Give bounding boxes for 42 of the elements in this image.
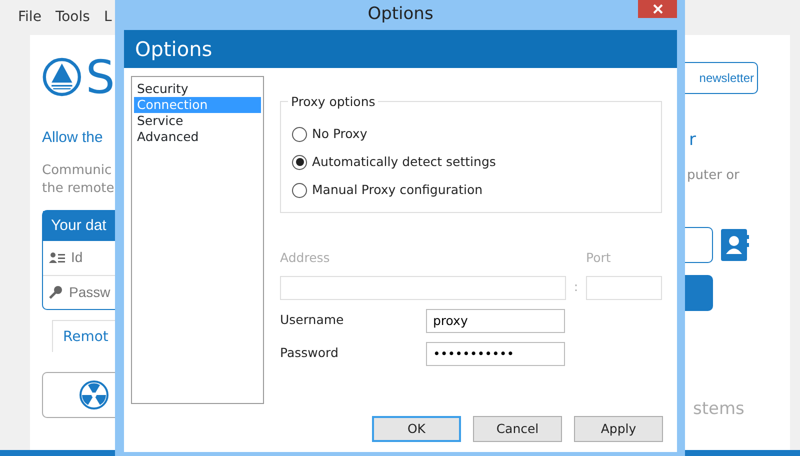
separator: :: [572, 278, 580, 296]
category-item[interactable]: Advanced: [134, 129, 261, 145]
field-label: Port: [586, 249, 612, 267]
dialog-button[interactable]: OK: [372, 416, 461, 442]
id-card-icon: [49, 252, 65, 264]
radio-label[interactable]: No Proxy: [312, 124, 368, 144]
dialog-button[interactable]: Apply: [574, 416, 663, 442]
menu-item[interactable]: Tools: [55, 7, 90, 28]
dialog-header: Options: [124, 30, 677, 68]
menu-item[interactable]: L: [104, 7, 112, 28]
radio-button[interactable]: [292, 182, 307, 198]
field-label: Password: [280, 344, 340, 362]
radio-label[interactable]: Manual Proxy configuration: [312, 180, 483, 200]
category-item[interactable]: Security: [134, 81, 261, 97]
window-title: Options: [368, 3, 434, 26]
radio-button[interactable]: [292, 126, 307, 142]
field-label: Id: [71, 248, 83, 267]
close-icon: [652, 4, 662, 14]
menu-item[interactable]: File: [18, 7, 42, 28]
description-text: Communic: [42, 162, 113, 180]
contact-icon: [721, 229, 749, 261]
radio-button[interactable]: [292, 154, 307, 170]
card-header: Your dat: [43, 210, 115, 240]
description-text: puter or: [686, 166, 740, 184]
action-button[interactable]: [42, 372, 115, 418]
footer-text: stems: [692, 398, 746, 421]
contact-button[interactable]: [721, 229, 749, 261]
field-label: Address: [280, 249, 331, 267]
field-label: Username: [280, 311, 345, 330]
username-field[interactable]: proxy: [426, 308, 565, 333]
dialog-button[interactable]: Cancel: [473, 416, 562, 442]
field-label: Passw: [69, 282, 110, 302]
logo-text: S: [86, 54, 115, 100]
heading: r: [688, 129, 697, 152]
heading: Allow the: [42, 128, 104, 148]
key-icon: [49, 285, 63, 299]
description-text: the remote: [42, 180, 115, 198]
radio-label[interactable]: Automatically detect settings: [312, 152, 496, 172]
close-button[interactable]: [638, 0, 677, 18]
radiation-icon: [79, 380, 109, 410]
category-item[interactable]: Service: [134, 113, 261, 129]
password-field[interactable]: •••••••••••: [426, 342, 565, 366]
